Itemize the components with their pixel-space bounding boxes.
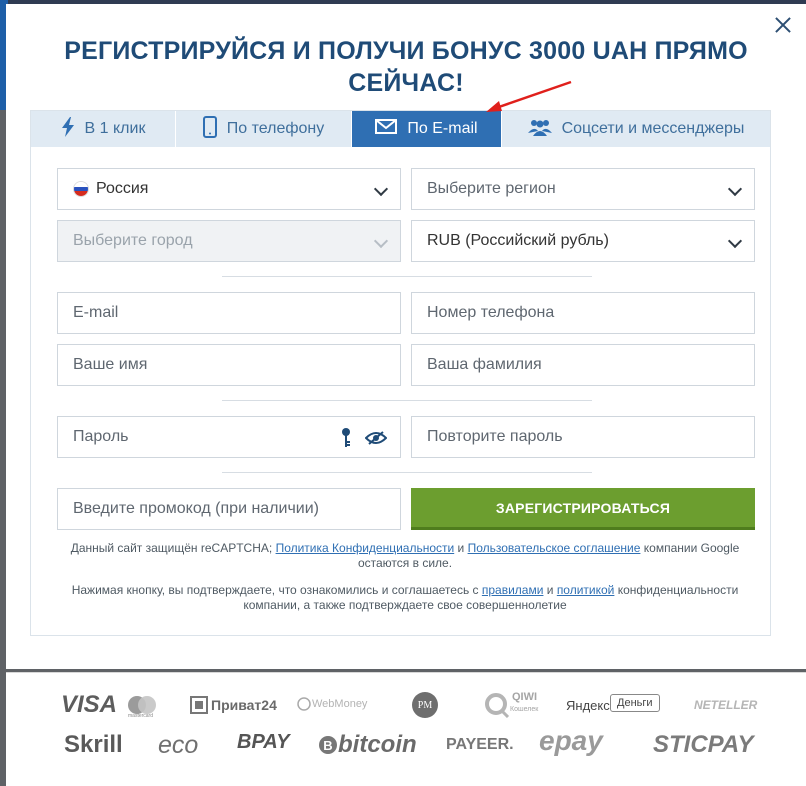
tab-email[interactable]: По E-mail xyxy=(352,111,502,147)
region-select[interactable]: Выберите регион xyxy=(411,168,755,210)
chevron-down-icon xyxy=(373,181,389,197)
modal-title: РЕГИСТРИРУЙСЯ И ПОЛУЧИ БОНУС 3000 UAH ПР… xyxy=(64,37,748,97)
divider xyxy=(222,276,592,277)
agree-line2: компании, а также подтверждаете свое сов… xyxy=(243,598,567,612)
yandex-money-badge: Деньги xyxy=(610,694,660,712)
tab-social[interactable]: Соцсети и мессенджеры xyxy=(502,111,770,147)
recaptcha-prefix: Данный сайт защищён reCAPTCHA; xyxy=(70,541,276,555)
rules-link[interactable]: правилами xyxy=(482,583,544,597)
lightning-icon xyxy=(61,116,75,142)
tab-label: В 1 клик xyxy=(84,120,146,137)
currency-select[interactable]: RUB (Российский рубль) xyxy=(411,220,755,262)
tab-phone[interactable]: По телефону xyxy=(176,111,352,147)
agree-prefix: Нажимая кнопку, вы подтверждаете, что оз… xyxy=(71,583,482,597)
chevron-down-icon xyxy=(727,181,743,197)
country-select[interactable]: Россия xyxy=(57,168,401,210)
recaptcha-note: Данный сайт защищён reCAPTCHA; Политика … xyxy=(60,541,750,571)
agree-suffix: конфиденциальности xyxy=(614,583,739,597)
promo-code-field[interactable]: Введите промокод (при наличии) xyxy=(57,488,401,530)
policy-link[interactable]: политикой xyxy=(557,583,615,597)
payment-methods-panel: VISA mastercard Приват24 WebMoney PM QIW… xyxy=(6,672,806,786)
qiwi-icon xyxy=(484,692,510,723)
first-name-field[interactable]: Ваше имя xyxy=(57,344,401,386)
password-placeholder: Пароль xyxy=(73,428,129,445)
divider xyxy=(222,400,592,401)
phone-placeholder: Номер телефона xyxy=(427,304,555,321)
envelope-icon xyxy=(375,119,398,139)
bitcoin-logo: bitcoin xyxy=(338,731,417,758)
name-placeholder: Ваше имя xyxy=(73,356,148,373)
country-value: Россия xyxy=(96,180,149,197)
epay-logo: epay xyxy=(539,725,603,756)
surname-placeholder: Ваша фамилия xyxy=(427,356,542,373)
password-field[interactable]: Пароль xyxy=(57,416,401,458)
email-placeholder: E-mail xyxy=(73,304,119,321)
agree-and: и xyxy=(543,583,557,597)
payeer-logo: PAYEER. xyxy=(446,736,514,753)
recaptcha-line2: остаются в силе. xyxy=(357,556,453,570)
region-placeholder: Выберите регион xyxy=(427,180,556,197)
privat24-logo: Приват24 xyxy=(211,697,277,713)
recaptcha-and: и xyxy=(454,541,468,555)
registration-tabs: В 1 клик По телефону По E-mail Соцсети и… xyxy=(31,111,770,147)
last-name-field[interactable]: Ваша фамилия xyxy=(411,344,755,386)
privat24-icon xyxy=(190,696,208,719)
close-icon[interactable] xyxy=(772,14,794,36)
bpay-logo: BPAY xyxy=(237,731,290,753)
perfect-money-logo: PM xyxy=(412,692,438,718)
city-placeholder: Выберите город xyxy=(73,232,193,249)
terms-link[interactable]: Пользовательское соглашение xyxy=(468,541,641,555)
chevron-down-icon xyxy=(373,233,389,249)
webmoney-icon xyxy=(297,697,311,716)
mastercard-caption: mastercard xyxy=(128,713,154,719)
bitcoin-icon: B xyxy=(318,735,338,760)
agreement-note: Нажимая кнопку, вы подтверждаете, что оз… xyxy=(60,583,750,613)
privacy-policy-link[interactable]: Политика Конфиденциальности xyxy=(276,541,455,555)
svg-text:B: B xyxy=(323,738,332,753)
visa-logo: VISA xyxy=(61,691,118,718)
city-select[interactable]: Выберите город xyxy=(57,220,401,262)
qiwi-caption: Кошелек xyxy=(510,706,539,713)
promo-placeholder: Введите промокод (при наличии) xyxy=(73,500,319,517)
divider xyxy=(222,472,592,473)
register-button[interactable]: ЗАРЕГИСТРИРОВАТЬСЯ xyxy=(411,488,755,530)
password-repeat-placeholder: Повторите пароль xyxy=(427,428,563,445)
phone-icon xyxy=(202,115,217,143)
users-icon xyxy=(527,118,552,141)
eye-hidden-icon[interactable] xyxy=(364,430,388,451)
qiwi-logo: QIWI xyxy=(512,691,538,703)
skrill-logo: Skrill xyxy=(64,731,123,758)
tab-label: По E-mail xyxy=(407,120,478,137)
password-repeat-field[interactable]: Повторите пароль xyxy=(411,416,755,458)
tab-label: По телефону xyxy=(226,120,325,137)
tab-label: Соцсети и мессенджеры xyxy=(561,120,745,137)
russia-flag-icon xyxy=(73,181,89,197)
tab-one-click[interactable]: В 1 клик xyxy=(31,111,176,147)
sticpay-logo: STICPAY xyxy=(653,731,754,758)
neteller-logo: NETELLER xyxy=(694,698,758,712)
ecopayz-logo: eco xyxy=(158,731,199,759)
recaptcha-suffix: компании Google xyxy=(640,541,740,555)
key-icon[interactable] xyxy=(340,427,352,454)
webmoney-logo: WebMoney xyxy=(312,698,368,710)
yandex-logo: Яндекс xyxy=(566,698,610,713)
email-field[interactable]: E-mail xyxy=(57,292,401,334)
currency-value: RUB (Российский рубль) xyxy=(427,232,609,249)
chevron-down-icon xyxy=(727,233,743,249)
phone-field[interactable]: Номер телефона xyxy=(411,292,755,334)
